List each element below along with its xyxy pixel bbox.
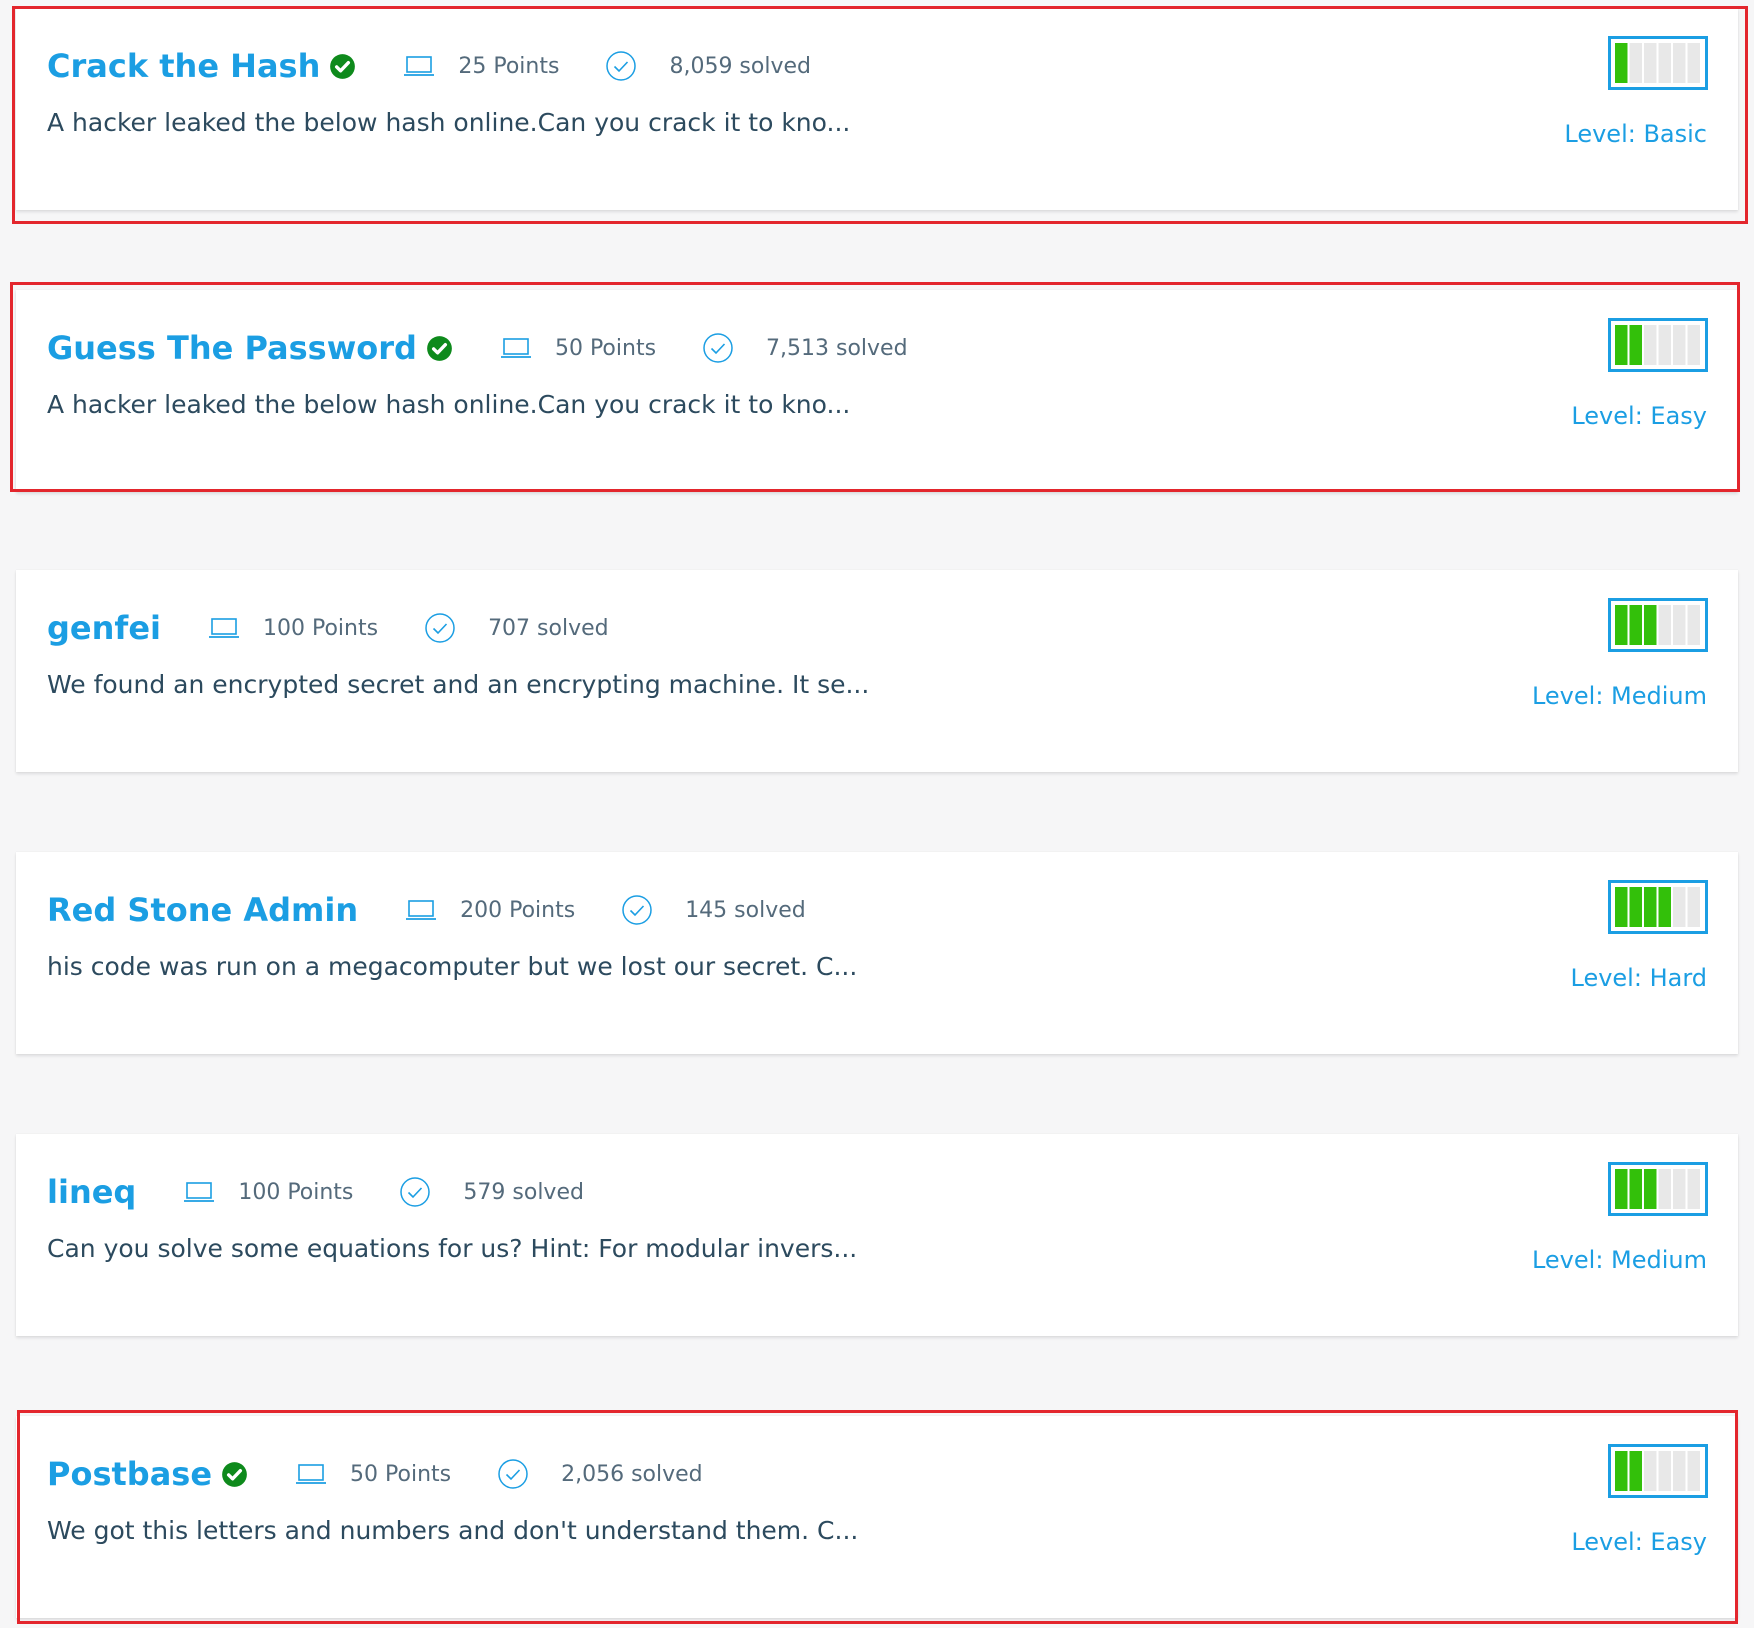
points-label: 200 Points bbox=[460, 897, 576, 923]
level-bar-empty bbox=[1673, 887, 1686, 927]
challenge-header: Red Stone Admin 200 Points 145 solved bbox=[47, 880, 806, 940]
level-bar-empty bbox=[1687, 887, 1700, 927]
level-label: Level: Medium bbox=[1531, 682, 1707, 710]
solved-info: 579 solved bbox=[399, 1176, 584, 1208]
level-bar-filled bbox=[1629, 1169, 1642, 1209]
challenge-header: lineq 100 Points 579 solved bbox=[47, 1162, 584, 1222]
points-label: 100 Points bbox=[262, 615, 379, 641]
level-bar-filled bbox=[1629, 887, 1642, 927]
solved-info: 145 solved bbox=[621, 894, 806, 926]
level-bar-empty bbox=[1673, 605, 1686, 645]
level-bar-filled bbox=[1629, 605, 1642, 645]
level-bar-filled bbox=[1644, 887, 1657, 927]
points-label: 100 Points bbox=[238, 1179, 354, 1205]
level-meter-icon bbox=[1608, 598, 1708, 652]
points-info: 100 Points bbox=[208, 615, 379, 641]
laptop-icon bbox=[208, 618, 239, 638]
challenge-title[interactable]: genfei bbox=[47, 609, 161, 647]
level-bar-filled bbox=[1615, 887, 1628, 927]
level-bar-filled bbox=[1615, 1169, 1628, 1209]
challenge-card[interactable]: lineq 100 Points 579 solved Can you solv… bbox=[16, 1134, 1738, 1336]
points-info: 200 Points bbox=[406, 898, 575, 923]
level-label: Level: Medium bbox=[1531, 1246, 1707, 1274]
level-bar-filled bbox=[1658, 887, 1671, 927]
level-bar-empty bbox=[1687, 605, 1700, 645]
points-info: 100 Points bbox=[184, 1180, 353, 1205]
check-circle-icon bbox=[425, 613, 455, 643]
highlight-box bbox=[10, 282, 1740, 492]
level-bar-filled bbox=[1644, 605, 1657, 645]
challenge-description: Can you solve some equations for us? Hin… bbox=[47, 1234, 858, 1263]
level-bar-empty bbox=[1658, 1169, 1671, 1209]
check-circle-icon bbox=[622, 895, 652, 925]
challenge-card[interactable]: Red Stone Admin 200 Points 145 solved hi… bbox=[16, 852, 1738, 1054]
level-bar-empty bbox=[1687, 1169, 1700, 1209]
laptop-icon bbox=[184, 1182, 215, 1202]
highlight-box bbox=[17, 1410, 1738, 1624]
challenge-title[interactable]: Red Stone Admin bbox=[47, 891, 358, 929]
challenge-header: genfei 100 Points 707 solved bbox=[47, 598, 609, 658]
level-bar-empty bbox=[1673, 1169, 1686, 1209]
challenge-card[interactable]: genfei 100 Points 707 solved We found an… bbox=[16, 570, 1738, 772]
level-bar-filled bbox=[1615, 605, 1628, 645]
solved-count: 145 solved bbox=[685, 897, 806, 923]
challenge-title[interactable]: lineq bbox=[47, 1173, 136, 1211]
solved-count: 579 solved bbox=[463, 1179, 584, 1205]
level-label: Level: Hard bbox=[1570, 964, 1708, 992]
level-meter-icon bbox=[1608, 880, 1708, 934]
laptop-icon bbox=[406, 900, 437, 920]
level-meter-icon bbox=[1608, 1162, 1708, 1216]
challenge-description: We found an encrypted secret and an encr… bbox=[47, 670, 870, 699]
solved-count: 707 solved bbox=[488, 615, 609, 641]
level-bar-empty bbox=[1658, 605, 1671, 645]
solved-info: 707 solved bbox=[424, 612, 609, 644]
challenge-description: his code was run on a megacomputer but w… bbox=[47, 952, 858, 981]
check-circle-icon bbox=[400, 1177, 431, 1207]
level-bar-filled bbox=[1644, 1169, 1657, 1209]
highlight-box bbox=[12, 6, 1748, 224]
